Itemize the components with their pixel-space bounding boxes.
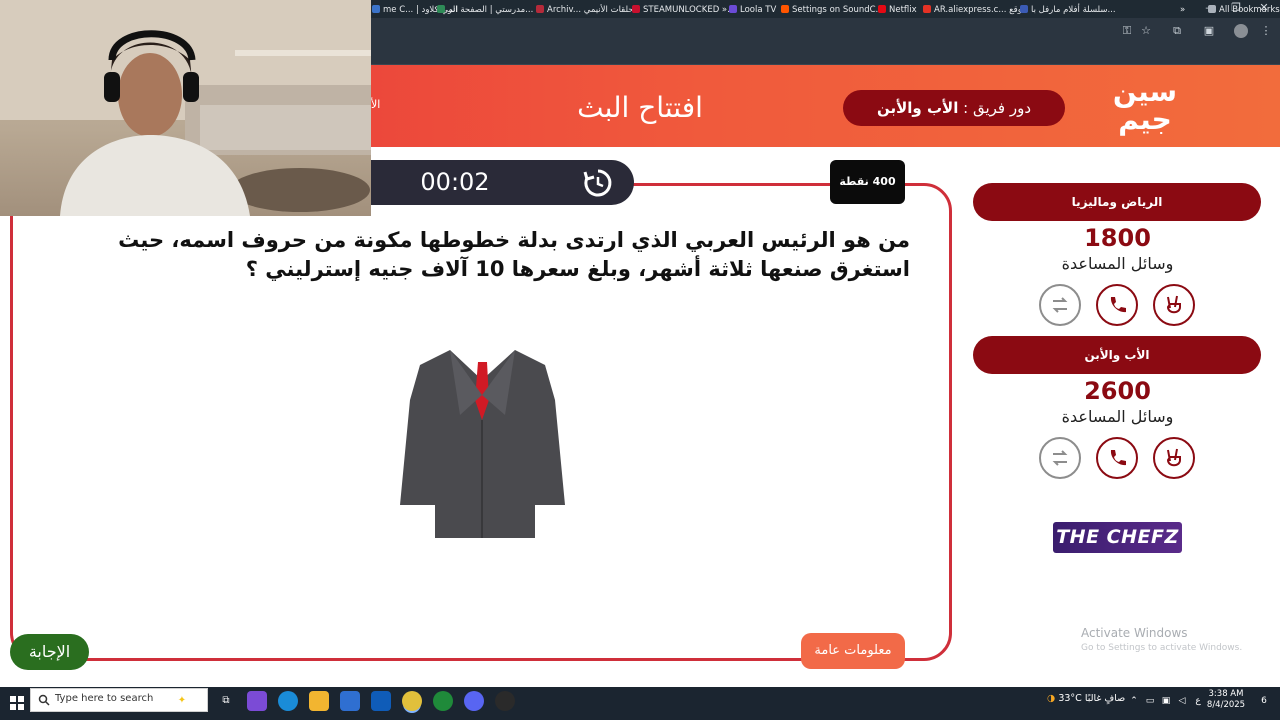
bookmark-favicon-icon	[372, 5, 380, 13]
points-badge: 400 نقطة	[830, 160, 905, 204]
menu-icon[interactable]: ⋮	[1257, 22, 1275, 40]
key-icon[interactable]: ⚿	[1118, 22, 1136, 40]
store-icon[interactable]	[340, 691, 360, 711]
show-answer-button[interactable]: الإجابة	[10, 634, 89, 670]
clock-date: 8/4/2025	[1206, 700, 1246, 710]
file-explorer-icon[interactable]	[309, 691, 329, 711]
bookmark-item[interactable]: Archiv... حلقات الأنيمي	[536, 3, 634, 17]
reset-timer-icon[interactable]	[582, 167, 614, 199]
logo-text-bottom: جيم	[1118, 103, 1172, 136]
search-icon	[38, 694, 50, 706]
xbox-icon[interactable]	[433, 691, 453, 711]
folder-icon	[1208, 5, 1216, 13]
aids-label: وسائل المساعدة	[1061, 407, 1174, 426]
activate-windows-subtitle: Go to Settings to activate Windows.	[1081, 643, 1243, 653]
bookmarks-overflow-icon[interactable]: »	[1180, 3, 1185, 17]
two-answers-aid[interactable]	[1153, 437, 1195, 479]
bookmark-favicon-icon	[923, 5, 931, 13]
star-icon[interactable]: ☆	[1137, 22, 1155, 40]
call-friend-aid[interactable]	[1096, 437, 1138, 479]
activate-windows-title: Activate Windows	[1081, 626, 1188, 640]
extensions-icon[interactable]: ⧉	[1168, 22, 1186, 40]
taskbar-clock[interactable]: 3:38 AM 8/4/2025	[1206, 689, 1246, 711]
game-logo[interactable]: سين جيم	[1108, 78, 1182, 138]
phone-icon	[1110, 450, 1126, 466]
bookmark-item[interactable]: Netflix	[878, 3, 917, 17]
two-fingers-icon	[1166, 448, 1181, 467]
phone-icon	[1110, 297, 1126, 313]
swap-icon	[1052, 297, 1068, 313]
logo-text-top: سين	[1112, 75, 1178, 108]
team-name-header: الأب والأبن	[973, 336, 1261, 374]
profile-avatar[interactable]	[1234, 24, 1248, 38]
bookmark-item[interactable]: Loola TV	[729, 3, 776, 17]
bookmark-item[interactable]: Settings on SoundC...	[781, 3, 884, 17]
two-answers-aid[interactable]	[1153, 284, 1195, 326]
search-highlight-icon[interactable]: ✦	[172, 691, 192, 711]
bookmark-favicon-icon	[1020, 5, 1028, 13]
bookmark-favicon-icon	[878, 5, 886, 13]
outlook-icon[interactable]	[371, 691, 391, 711]
bookmark-item[interactable]: AR.aliexpress.c... موقع	[923, 3, 1027, 17]
swap-question-aid[interactable]	[1039, 284, 1081, 326]
category-badge: معلومات عامة	[801, 633, 905, 669]
windows-start-icon[interactable]	[8, 694, 26, 712]
bookmark-favicon-icon	[632, 5, 640, 13]
swap-icon	[1052, 450, 1068, 466]
notification-badge[interactable]: 6	[1254, 691, 1274, 711]
team-turn-name: الأب والأبن	[876, 99, 959, 117]
team-turn-indicator: دور فريق : الأب والأبن	[843, 90, 1065, 126]
bookmark-item[interactable]: STEAMUNLOCKED »...	[632, 3, 735, 17]
webcam-scene	[0, 0, 371, 216]
timer: 00:02	[420, 168, 490, 196]
edge-icon[interactable]	[278, 691, 298, 711]
two-fingers-icon	[1166, 295, 1181, 314]
obs-icon[interactable]	[495, 691, 515, 711]
chrome-icon[interactable]	[402, 691, 422, 711]
stream-title: افتتاح البث	[577, 91, 703, 124]
bookmark-favicon-icon	[729, 5, 737, 13]
all-bookmarks[interactable]: All Bookmarks	[1208, 3, 1280, 17]
sidepanel-icon[interactable]: ▣	[1200, 22, 1218, 40]
weather-icon: ◑	[1047, 693, 1056, 704]
bookmark-favicon-icon	[536, 5, 544, 13]
swap-question-aid[interactable]	[1039, 437, 1081, 479]
bookmark-favicon-icon	[437, 5, 445, 13]
bookmark-favicon-icon	[781, 5, 789, 13]
input-language[interactable]: ع	[1188, 691, 1208, 711]
call-friend-aid[interactable]	[1096, 284, 1138, 326]
team-name-header: الرياض وماليزيا	[973, 183, 1261, 221]
webcam-overlay	[0, 0, 371, 216]
clipped-header-text: الأ	[371, 98, 381, 111]
discord-icon[interactable]	[464, 691, 484, 711]
aids-label: وسائل المساعدة	[1061, 254, 1174, 273]
screen: – ❐ ✕ ⚿ ☆ ⧉ ▣ ⋮ me C... | انمي كلاود مدر…	[0, 0, 1280, 720]
task-view-icon[interactable]: ⧉	[216, 691, 236, 711]
team-score: 2600	[1084, 377, 1151, 405]
suit-jacket-image	[400, 345, 565, 538]
sponsor-logo[interactable]: THE CHEFZ	[1053, 522, 1182, 553]
bookmark-item[interactable]: مدرستي | الصفحة الر...	[437, 3, 533, 17]
team-turn-prefix: دور فريق :	[958, 99, 1032, 117]
bookmark-item[interactable]: سلسلة أفلام مارفل با...	[1020, 3, 1116, 17]
team-score: 1800	[1084, 224, 1151, 252]
question-text: من هو الرئيس العربي الذي ارتدى بدلة خطوط…	[118, 228, 910, 281]
weather-widget[interactable]: ◑ 33°C صافٍ غالبًا	[1047, 693, 1125, 704]
copilot-icon[interactable]	[247, 691, 267, 711]
clock-time: 3:38 AM	[1208, 689, 1244, 699]
search-placeholder: Type here to search	[55, 693, 154, 704]
